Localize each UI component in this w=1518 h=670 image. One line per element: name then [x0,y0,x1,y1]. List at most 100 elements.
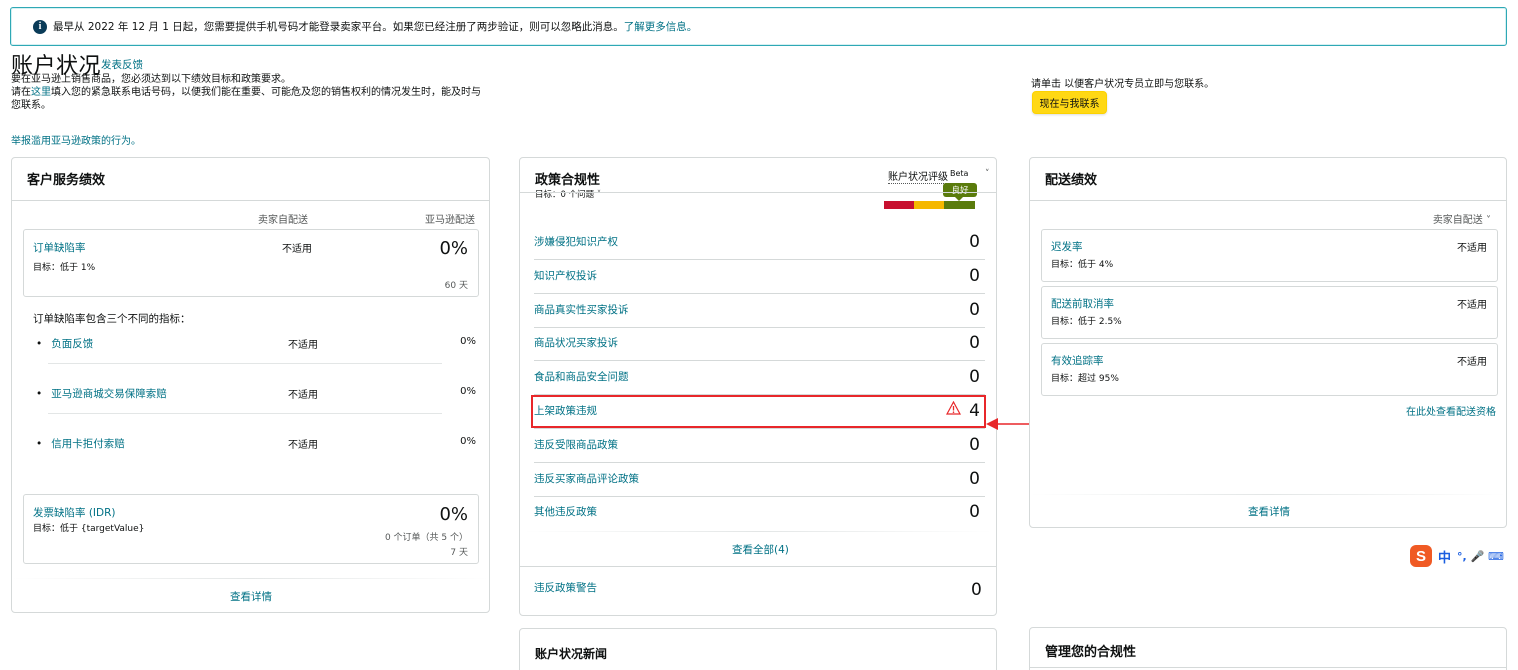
a-to-z-claims-link[interactable]: 亚马逊商城交易保障索赔 [36,386,167,401]
policy-row-link[interactable]: 违反买家商品评论政策 [534,471,639,486]
policy-row-link[interactable]: 商品真实性买家投诉 [534,302,629,317]
emergency-contact-link[interactable]: 这里 [31,87,51,98]
customer-service-card: 客户服务绩效 卖家自配送 亚马逊配送 订单缺陷率 目标：低于 1% 不适用 0%… [11,157,490,613]
odr-target: 目标：低于 1% [33,263,96,273]
cancel-rate-value: 不适用 [1457,300,1487,311]
policy-row-value: 0 [969,333,980,354]
fulfillment-filter[interactable]: 卖家自配送 ˅ [1433,211,1491,226]
col-amazon-fulfilled: 亚马逊配送 [425,215,475,226]
delivery-eligibility-link[interactable]: 在此处查看配送资格 [1406,403,1496,418]
divider [1030,494,1506,495]
divider [1030,200,1506,201]
policy-row-link[interactable]: 违反受限商品政策 [534,437,618,452]
sub-metric-seller: 不适用 [288,340,318,351]
report-abuse-link[interactable]: 举报滥用亚马逊政策的行为。 [11,132,141,147]
odr-amazon-value: 0% [439,238,468,259]
ime-extras[interactable]: °, 🎤 ⌨ [1457,550,1504,563]
valid-tracking-value: 不适用 [1457,357,1487,368]
late-shipment-target: 目标：低于 4% [1051,260,1114,270]
odr-box: 订单缺陷率 目标：低于 1% 不适用 0% 60 天 [23,229,479,297]
highlight-annotation [531,395,986,428]
alert-text: 最早从 2022 年 12 月 1 日起，您需要提供手机号码才能登录卖家平台。如… [53,21,698,33]
delivery-performance-card: 配送绩效 卖家自配送 ˅ 迟发率 目标：低于 4% 不适用 配送前取消率 目标：… [1029,157,1507,528]
ime-language[interactable]: 中 [1438,547,1451,566]
cs-view-details-link[interactable]: 查看详情 [230,589,272,604]
policy-row: 食品和商品安全问题 0 [534,361,985,396]
odr-description: 订单缺陷率包含三个不同的指标： [33,313,191,325]
policy-row-link[interactable]: 涉嫌侵犯知识产权 [534,234,618,249]
policy-row-value: 0 [969,434,980,455]
policy-row: 违反受限商品政策 0 [534,429,985,463]
policy-row: 商品状况买家投诉 0 [534,327,985,362]
divider [519,566,997,567]
info-icon: i [33,19,47,34]
negative-feedback-link[interactable]: 负面反馈 [36,336,93,351]
cancel-rate-target: 目标：低于 2.5% [1051,317,1122,327]
idr-value: 0% [439,504,468,525]
policy-row-link[interactable]: 商品状况买家投诉 [534,335,618,350]
rating-bar-yellow [914,201,944,209]
policy-row-value: 0 [969,468,980,489]
learn-more-link[interactable]: 了解更多信息。 [624,21,698,33]
intro-text: 要在亚马逊上销售商品，您必须达到以下绩效目标和政策要求。 请在这里填入您的紧急联… [11,74,481,111]
manage-compliance-card: 管理您的合规性 [1029,627,1507,670]
news-title: 账户状况新闻 [535,647,608,661]
idr-orders: 0 个订单（共 5 个） [384,533,468,543]
chevron-down-icon[interactable]: ˅ [985,169,990,179]
rating-label[interactable]: 账户状况评级 Beta [888,168,969,184]
odr-period: 60 天 [444,281,468,291]
policy-row: 知识产权投诉 0 [534,260,985,294]
policy-row-link[interactable]: 其他违反政策 [534,504,597,519]
ime-toolbar[interactable]: S 中 °, 🎤 ⌨ [1410,545,1504,567]
policy-row-value: 0 [969,367,980,388]
policy-row-link[interactable]: 食品和商品安全问题 [534,369,629,384]
idr-box: 发票缺陷率 (IDR) 目标：低于 {targetValue} 0% 0 个订单… [23,494,479,564]
delivery-view-details-link[interactable]: 查看详情 [1248,504,1290,519]
divider [12,200,489,201]
idr-period: 7 天 [450,548,468,558]
divider [48,413,442,414]
col-seller-fulfilled: 卖家自配送 [258,215,308,226]
rating-bar-green [944,201,975,209]
account-news-card: 账户状况新闻 [519,628,997,670]
cancel-rate-link[interactable]: 配送前取消率 [1051,296,1114,311]
sub-metric-amazon: 0% [460,336,476,347]
valid-tracking-link[interactable]: 有效追踪率 [1051,353,1104,368]
contact-me-button[interactable]: 现在与我联系 [1032,91,1107,114]
policy-row: 违反买家商品评论政策 0 [534,463,985,497]
cancel-rate-box: 配送前取消率 目标：低于 2.5% 不适用 [1041,286,1498,339]
view-all-link[interactable]: 查看全部(4) [732,542,789,557]
policy-row-value: 0 [969,299,980,320]
chargeback-claims-link[interactable]: 信用卡拒付索赔 [36,436,125,451]
sub-metric-amazon: 0% [460,386,476,397]
chevron-down-icon: ˅ [1486,215,1491,226]
policy-row: 涉嫌侵犯知识产权 0 [534,226,985,260]
sub-metric-seller: 不适用 [288,390,318,401]
policy-warnings-value: 0 [971,580,982,600]
feedback-link[interactable]: 发表反馈 [101,57,143,72]
idr-target: 目标：低于 {targetValue} [33,524,145,534]
idr-link[interactable]: 发票缺陷率 (IDR) [33,505,116,520]
policy-row-link[interactable]: 知识产权投诉 [534,268,597,283]
alert-banner: i 最早从 2022 年 12 月 1 日起，您需要提供手机号码才能登录卖家平台… [10,7,1507,46]
sub-metric-amazon: 0% [460,436,476,447]
divider [519,192,997,193]
late-shipment-link[interactable]: 迟发率 [1051,239,1083,254]
customer-service-title: 客户服务绩效 [27,173,106,188]
policy-row-value: 0 [969,232,980,252]
sub-metric-seller: 不适用 [288,440,318,451]
divider [1030,667,1506,668]
delivery-title: 配送绩效 [1045,173,1098,188]
policy-target[interactable]: 目标：0 个问题 ˅ [535,188,601,200]
late-shipment-value: 不适用 [1457,243,1487,254]
sogou-logo-icon: S [1410,545,1432,567]
odr-link[interactable]: 订单缺陷率 [33,240,86,255]
contact-text: 请单击 以便客户状况专员立即与您联系。 [1031,79,1215,90]
divider [524,531,992,532]
valid-tracking-box: 有效追踪率 目标：超过 95% 不适用 [1041,343,1498,396]
divider [48,363,442,364]
odr-seller-value: 不适用 [282,244,312,255]
late-shipment-box: 迟发率 目标：低于 4% 不适用 [1041,229,1498,282]
rating-badge: 良好 [943,183,977,197]
policy-warnings-link[interactable]: 违反政策警告 [534,580,597,595]
